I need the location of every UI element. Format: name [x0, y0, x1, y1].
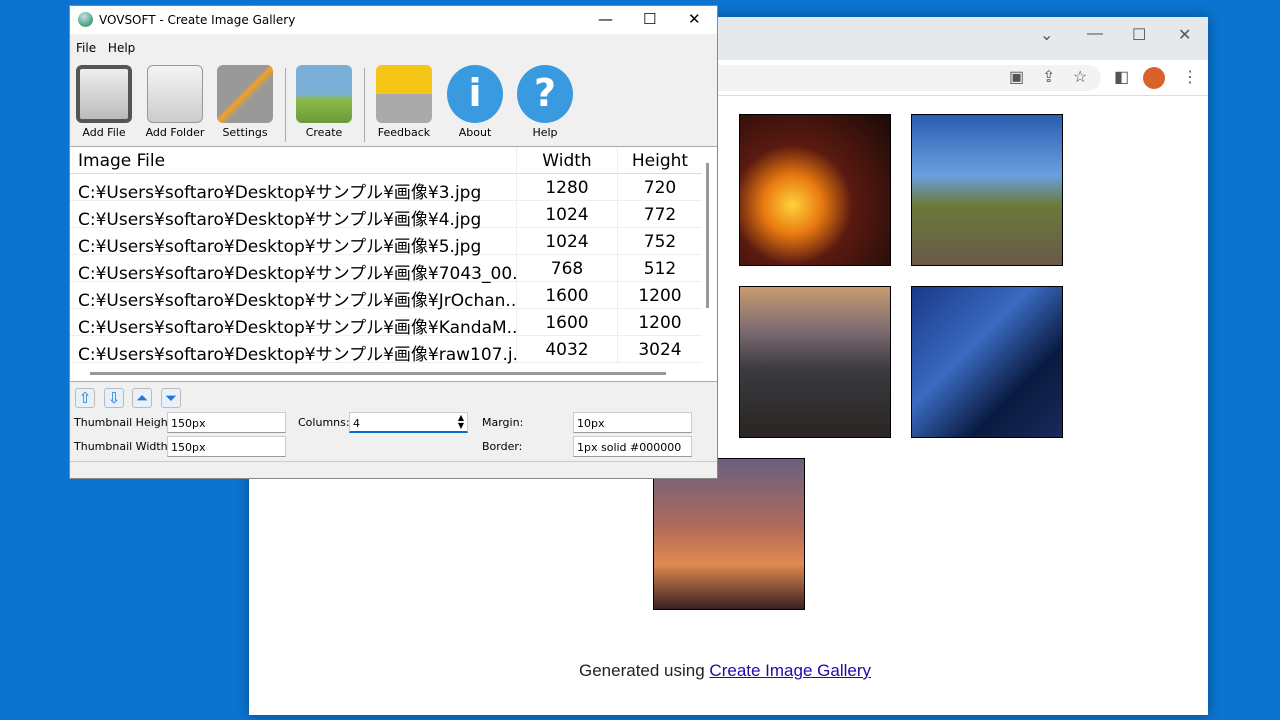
horizontal-scrollbar[interactable] [90, 372, 666, 375]
move-top-button[interactable]: ⏶ [132, 388, 152, 408]
cell-width: 1600 [545, 313, 589, 333]
table-header: Image File Width Height [70, 147, 702, 174]
file-icon [76, 65, 132, 123]
cell-height: 772 [643, 205, 677, 225]
create-button[interactable]: Create [292, 62, 356, 139]
cell-height: 1200 [638, 286, 682, 306]
header-image-file[interactable]: Image File [78, 151, 516, 171]
cell-file: C:¥Users¥softaro¥Desktop¥サンプル¥画像¥3.jpg [78, 183, 482, 203]
column-divider [516, 147, 517, 363]
cell-file: C:¥Users¥softaro¥Desktop¥サンプル¥画像¥7043_00… [78, 264, 516, 284]
cell-width: 1600 [545, 286, 589, 306]
feedback-button[interactable]: Feedback [372, 62, 436, 139]
vertical-scrollbar[interactable] [706, 163, 709, 308]
table-row[interactable]: C:¥Users¥softaro¥Desktop¥サンプル¥画像¥5.jpg 10… [70, 228, 702, 257]
settings-button[interactable]: Settings [213, 62, 277, 139]
table-row[interactable]: C:¥Users¥softaro¥Desktop¥サンプル¥画像¥KandaM.… [70, 309, 702, 338]
table-row[interactable]: C:¥Users¥softaro¥Desktop¥サンプル¥画像¥7043_00… [70, 255, 702, 284]
column-divider [617, 147, 618, 363]
window-title: VOVSOFT - Create Image Gallery [99, 13, 296, 27]
minimize-icon[interactable]: — [1087, 25, 1103, 43]
table-row[interactable]: C:¥Users¥softaro¥Desktop¥サンプル¥画像¥JrOchan… [70, 282, 702, 311]
close-icon[interactable]: ✕ [688, 10, 701, 28]
thumbnail-height-input[interactable]: 150px [167, 412, 286, 433]
cell-height: 3024 [638, 340, 682, 360]
header-height[interactable]: Height [618, 151, 702, 171]
margin-label: Margin: [482, 416, 524, 429]
border-input[interactable]: 1px solid #000000 [573, 436, 692, 457]
gallery-icon [296, 65, 352, 123]
side-panel-icon[interactable]: ◧ [1114, 67, 1129, 87]
thumbnail-width-input[interactable]: 150px [167, 436, 286, 457]
gallery-thumbnail[interactable] [653, 458, 805, 610]
close-icon[interactable]: ✕ [1178, 25, 1191, 45]
gallery-footer: Generated using Create Image Gallery [579, 661, 871, 680]
image-table: Image File Width Height C:¥Users¥softaro… [70, 146, 717, 382]
minimize-icon[interactable]: — [598, 10, 613, 28]
cell-file: C:¥Users¥softaro¥Desktop¥サンプル¥画像¥KandaM.… [78, 318, 516, 338]
cell-width: 1024 [545, 232, 589, 252]
move-down-button[interactable]: ⇩ [104, 388, 124, 408]
create-image-gallery-link[interactable]: Create Image Gallery [709, 661, 871, 680]
app-logo-icon [78, 12, 93, 27]
cell-height: 720 [643, 178, 677, 198]
columns-label: Columns: [298, 416, 350, 429]
toolbar-divider [285, 68, 286, 142]
add-folder-button[interactable]: Add Folder [143, 62, 207, 139]
gallery-thumbnail[interactable] [739, 286, 891, 438]
question-icon: ? [517, 65, 573, 123]
info-icon: i [447, 65, 503, 123]
gallery-thumbnail[interactable] [911, 114, 1063, 266]
table-row[interactable]: C:¥Users¥softaro¥Desktop¥サンプル¥画像¥4.jpg 10… [70, 201, 702, 230]
app-titlebar: VOVSOFT - Create Image Gallery — ☐ ✕ [70, 6, 717, 34]
star-icon[interactable]: ☆ [1073, 67, 1087, 87]
avatar[interactable] [1143, 67, 1165, 89]
menu-icon[interactable]: ⋮ [1182, 67, 1198, 87]
move-bottom-button[interactable]: ⏷ [161, 388, 181, 408]
add-file-button[interactable]: Add File [72, 62, 136, 139]
folder-icon [147, 65, 203, 123]
maximize-icon[interactable]: ☐ [1132, 25, 1146, 45]
table-row[interactable]: C:¥Users¥softaro¥Desktop¥サンプル¥画像¥3.jpg 12… [70, 174, 702, 203]
menu-bar: File Help [70, 34, 717, 62]
cell-file: C:¥Users¥softaro¥Desktop¥サンプル¥画像¥4.jpg [78, 210, 482, 230]
thumbnail-height-label: Thumbnail Height: [74, 416, 176, 429]
help-button[interactable]: ? Help [513, 62, 577, 139]
cell-height: 512 [643, 259, 677, 279]
cell-width: 1280 [545, 178, 589, 198]
tools-icon [217, 65, 273, 123]
margin-input[interactable]: 10px [573, 412, 692, 433]
menu-file[interactable]: File [76, 41, 96, 55]
cell-file: C:¥Users¥softaro¥Desktop¥サンプル¥画像¥raw107.… [78, 345, 516, 365]
tab-search-icon[interactable]: ⌄ [1040, 25, 1053, 45]
maximize-icon[interactable]: ☐ [643, 10, 656, 28]
envelope-icon [376, 65, 432, 123]
cell-width: 768 [550, 259, 584, 279]
border-label: Border: [482, 440, 523, 453]
table-row[interactable]: C:¥Users¥softaro¥Desktop¥サンプル¥画像¥raw107.… [70, 336, 702, 365]
cell-width: 4032 [545, 340, 589, 360]
toolbar-divider [364, 68, 365, 142]
header-width[interactable]: Width [517, 151, 617, 171]
about-button[interactable]: i About [443, 62, 507, 139]
cell-height: 1200 [638, 313, 682, 333]
toolbar: Add File Add Folder Settings Create Feed… [70, 62, 717, 146]
spin-arrows-icon[interactable]: ▲ ▼ [458, 414, 464, 430]
gallery-thumbnail[interactable] [911, 286, 1063, 438]
columns-stepper[interactable]: 4 ▲ ▼ [349, 412, 468, 433]
status-bar-divider [70, 461, 717, 462]
app-window: VOVSOFT - Create Image Gallery — ☐ ✕ Fil… [69, 5, 718, 479]
move-up-button[interactable]: ⇧ [75, 388, 95, 408]
menu-help[interactable]: Help [108, 41, 135, 55]
cell-file: C:¥Users¥softaro¥Desktop¥サンプル¥画像¥JrOchan… [78, 291, 516, 311]
translate-icon[interactable]: ▣ [1009, 67, 1024, 87]
gallery-thumbnail[interactable] [739, 114, 891, 266]
share-icon[interactable]: ⇪ [1042, 67, 1055, 87]
cell-width: 1024 [545, 205, 589, 225]
thumbnail-width-label: Thumbnail Width: [74, 440, 172, 453]
cell-file: C:¥Users¥softaro¥Desktop¥サンプル¥画像¥5.jpg [78, 237, 482, 257]
cell-height: 752 [643, 232, 677, 252]
